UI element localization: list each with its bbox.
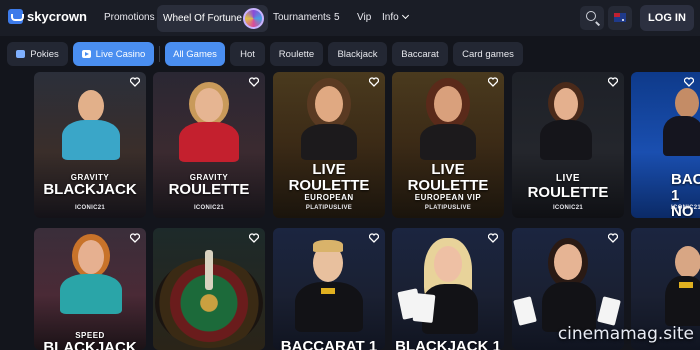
login-button[interactable]: LOG IN	[640, 5, 694, 31]
favorite-heart-icon[interactable]	[488, 77, 498, 87]
watermark-text: cinemamag.site	[557, 324, 694, 344]
filter-all-games[interactable]: All Games	[165, 42, 225, 66]
brand-name: skycrown	[27, 9, 87, 24]
game-title: LIVE ROULETTE EUROPEAN	[288, 161, 370, 202]
filter-card-games[interactable]: Card games	[453, 42, 523, 66]
nav-wheel-of-fortune[interactable]: Wheel Of Fortune	[157, 5, 268, 32]
brand-logo[interactable]: skycrown	[8, 9, 87, 24]
search-icon	[586, 11, 596, 21]
favorite-heart-icon[interactable]	[369, 77, 379, 87]
game-provider: ICONIC21	[671, 205, 700, 211]
game-card-gravity-blackjack[interactable]: GRAVITY BLACKJACK ICONIC21	[34, 72, 146, 218]
filter-baccarat[interactable]: Baccarat	[392, 42, 448, 66]
game-card-blackjack-1[interactable]: BLACKJACK 1	[392, 228, 504, 350]
favorite-heart-icon[interactable]	[249, 233, 259, 243]
category-live-casino-label: Live Casino	[95, 48, 146, 60]
game-card-baccarat-1-no[interactable]: BACCA 1 NO ICONIC21	[631, 72, 700, 218]
tournaments-count: 5	[334, 12, 340, 23]
game-card-live-roulette[interactable]: LIVE ROULETTE ICONIC21	[512, 72, 624, 218]
nav-info[interactable]: Info	[382, 11, 409, 23]
game-card-gravity-roulette[interactable]: GRAVITY ROULETTE ICONIC21	[153, 72, 265, 218]
live-tv-icon	[81, 50, 91, 58]
fortune-wheel-icon	[243, 8, 264, 29]
divider	[159, 46, 160, 62]
roulette-spindle-image	[205, 250, 213, 290]
game-card-speed-blackjack[interactable]: SPEED BLACKJACK	[34, 228, 146, 350]
game-card-live-roulette-european[interactable]: LIVE ROULETTE EUROPEAN PLATIPUSLIVE	[273, 72, 385, 218]
game-title: GRAVITY ROULETTE	[168, 173, 250, 199]
game-provider: PLATIPUSLIVE	[305, 205, 353, 211]
game-title: GRAVITY BLACKJACK	[43, 173, 137, 199]
favorite-heart-icon[interactable]	[130, 233, 140, 243]
favorite-heart-icon[interactable]	[249, 77, 259, 87]
search-button[interactable]	[580, 6, 604, 30]
language-button[interactable]	[608, 6, 632, 30]
flag-icon	[614, 13, 626, 22]
game-title: BACCARAT 1	[280, 338, 378, 350]
pokies-icon	[16, 50, 26, 58]
filter-roulette[interactable]: Roulette	[270, 42, 323, 66]
nav-vip[interactable]: Vip	[357, 12, 371, 23]
game-card-live-roulette-european-vip[interactable]: LIVE ROULETTE EUROPEAN VIP PLATIPUSLIVE	[392, 72, 504, 218]
category-pokies-label: Pokies	[30, 48, 59, 60]
favorite-heart-icon[interactable]	[488, 233, 498, 243]
game-provider: ICONIC21	[552, 205, 584, 211]
favorite-heart-icon[interactable]	[608, 233, 618, 243]
category-pokies[interactable]: Pokies	[7, 42, 68, 66]
crown-logo-icon	[8, 9, 24, 24]
nav-promotions[interactable]: Promotions	[104, 12, 155, 23]
game-title: SPEED BLACKJACK	[43, 331, 137, 350]
game-provider: ICONIC21	[74, 205, 106, 211]
wheel-of-fortune-label: Wheel Of Fortune	[163, 13, 242, 24]
filter-hot[interactable]: Hot	[230, 42, 265, 66]
game-title: BLACKJACK 1	[395, 338, 501, 350]
game-card-roulette-wheel[interactable]	[153, 228, 265, 350]
chevron-down-icon	[401, 11, 409, 20]
favorite-heart-icon[interactable]	[369, 233, 379, 243]
category-live-casino[interactable]: Live Casino	[73, 42, 154, 66]
nav-tournaments[interactable]: Tournaments	[273, 12, 331, 23]
filter-blackjack[interactable]: Blackjack	[328, 42, 387, 66]
favorite-heart-icon[interactable]	[608, 77, 618, 87]
info-label: Info	[382, 12, 399, 23]
game-title: BACCA 1 NO	[671, 171, 700, 218]
game-provider: PLATIPUSLIVE	[424, 205, 472, 211]
game-card-baccarat-1[interactable]: BACCARAT 1	[273, 228, 385, 350]
favorite-heart-icon[interactable]	[130, 77, 140, 87]
game-title: LIVE ROULETTE EUROPEAN VIP	[407, 161, 489, 202]
favorite-heart-icon[interactable]	[684, 77, 694, 87]
top-bar: skycrown Promotions Wheel Of Fortune Tou…	[0, 0, 700, 36]
game-provider: ICONIC21	[193, 205, 225, 211]
game-title: LIVE ROULETTE	[527, 173, 609, 201]
